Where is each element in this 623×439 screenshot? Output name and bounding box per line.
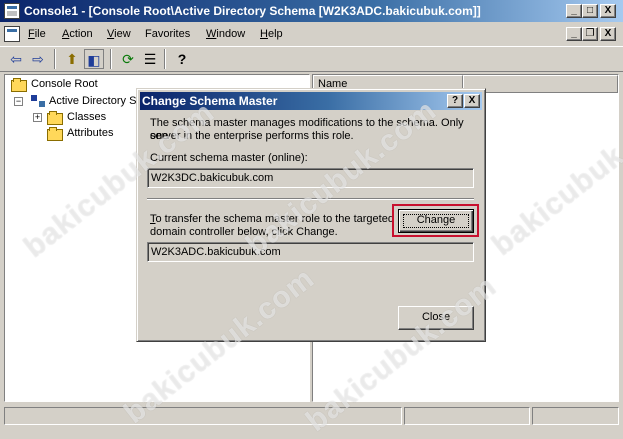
tree-item-attributes[interactable]: Attributes [67,127,113,139]
mmc-app-icon[interactable] [4,3,20,19]
tree-item-console-root[interactable]: Console Root [31,78,98,90]
change-button-highlight [392,204,479,237]
column-header-empty[interactable] [463,75,618,93]
toolbar-separator [54,49,56,69]
expand-icon[interactable]: + [33,113,42,122]
toolbar: ⇦ ⇨ ⬆ ◧ ⟳ ☰ ? [0,46,623,72]
window-titlebar[interactable]: Console1 - [Console Root\Active Director… [0,0,623,22]
mdi-minimize-button[interactable]: _ [566,27,582,41]
window-title: Console1 - [Console Root\Active Director… [24,4,481,18]
menu-window[interactable]: Window [206,28,245,40]
menu-file-accel: F [28,28,35,40]
tree-item-active-directory-schema[interactable]: Active Directory Sc [49,95,142,107]
menu-help[interactable]: Help [260,28,283,40]
menu-view-label: iew [114,28,131,40]
show-hide-tree-icon[interactable]: ◧ [84,49,104,69]
mdi-restore-button[interactable]: ❐ [582,27,598,41]
menu-file[interactable]: File [28,28,46,40]
toolbar-separator [164,49,166,69]
toolbar-separator [110,49,112,69]
forward-arrow-icon[interactable]: ⇨ [28,49,48,69]
close-button[interactable]: X [600,4,616,18]
mdi-child-icon[interactable] [4,26,20,42]
status-cell [404,407,530,425]
dialog-help-button[interactable]: ? [447,94,463,108]
menu-help-label: elp [267,28,283,40]
refresh-icon[interactable]: ⟳ [118,49,138,69]
schema-icon [31,95,47,109]
folder-icon [47,111,63,125]
menu-window-accel: W [206,28,217,40]
status-cell [532,407,619,425]
folder-icon [47,127,63,141]
maximize-button[interactable]: □ [582,4,598,18]
menu-favorites-label: Favorites [145,28,191,40]
folder-icon [11,78,27,92]
mdi-close-button[interactable]: X [600,27,616,41]
up-one-level-icon[interactable]: ⬆ [62,49,82,69]
collapse-icon[interactable]: − [14,97,23,106]
menu-view[interactable]: View [107,28,131,40]
back-arrow-icon[interactable]: ⇦ [6,49,26,69]
menu-bar: File Action View Favorites Window Help _… [0,22,623,46]
menu-action-label: ction [69,28,93,40]
export-list-icon[interactable]: ☰ [140,49,160,69]
menu-action[interactable]: Action [62,28,93,40]
menu-window-label: indow [216,28,246,40]
dialog-title: Change Schema Master [142,94,278,108]
menu-favorites[interactable]: Favorites [145,28,190,40]
menu-help-accel: H [260,28,268,40]
target-controller-field[interactable]: W2K3ADC.bakicubuk.com [147,242,474,262]
dialog-close-button[interactable]: X [464,94,480,108]
help-icon[interactable]: ? [172,49,192,69]
tree-item-classes[interactable]: Classes [67,111,106,123]
minimize-button[interactable]: _ [566,4,582,18]
menu-file-label: ile [34,28,46,40]
